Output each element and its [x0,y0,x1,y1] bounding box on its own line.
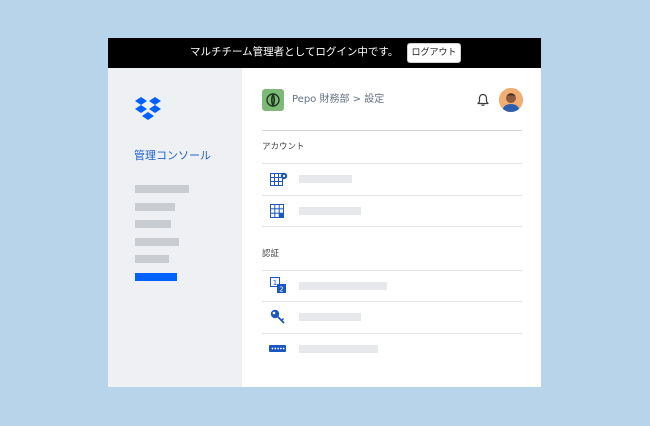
sidebar-item-1[interactable] [135,185,189,193]
setting-name-placeholder [299,282,387,290]
sidebar-item-3[interactable] [135,220,171,228]
sidebar-item-settings-active[interactable] [135,273,177,281]
setting-name-placeholder [299,175,352,183]
sidebar-item-4[interactable] [135,238,179,246]
admin-console-title[interactable]: 管理コンソール [134,149,211,163]
admin-console-window: マルチチーム管理者としてログイン中です。 ログアウト 管理コンソール Pepo … [108,38,541,387]
grid-gear-icon [270,172,288,186]
team-leaf-icon [266,92,280,108]
two-step-icon: 1 2 [270,277,286,294]
logout-button[interactable]: ログアウト [407,43,461,63]
setting-name-placeholder [299,207,361,215]
section-label-account: アカウント [262,142,305,152]
svg-text:2: 2 [279,286,283,294]
setting-row-auth-1[interactable]: 1 2 [262,271,522,301]
setting-row-account-1[interactable] [262,164,522,195]
multi-team-admin-banner: マルチチーム管理者としてログイン中です。 ログアウト [108,38,541,68]
password-icon [269,345,286,352]
header-divider [262,130,522,131]
setting-name-placeholder [299,313,361,321]
avatar-person-icon [499,88,523,112]
setting-row-account-2[interactable] [262,196,522,226]
grid-x-icon [270,204,284,218]
main-panel: Pepo 財務部 > 設定 アカウント 認証 1 2 [242,68,541,387]
banner-message: マルチチーム管理者としてログイン中です。 [190,46,399,58]
setting-row-auth-2[interactable] [262,302,522,333]
user-avatar[interactable] [499,88,523,112]
divider [262,226,522,227]
team-icon [262,89,284,111]
key-icon [270,309,285,324]
sidebar-item-5[interactable] [135,255,169,263]
section-label-authentication: 認証 [262,249,280,259]
svg-text:1: 1 [273,279,277,287]
sidebar: 管理コンソール [108,68,242,387]
setting-name-placeholder [299,345,378,353]
sidebar-item-2[interactable] [135,203,175,211]
bell-icon[interactable] [476,93,490,107]
setting-row-auth-3[interactable] [262,334,522,365]
breadcrumb: Pepo 財務部 > 設定 [292,94,385,105]
dropbox-logo-icon[interactable] [134,96,162,122]
